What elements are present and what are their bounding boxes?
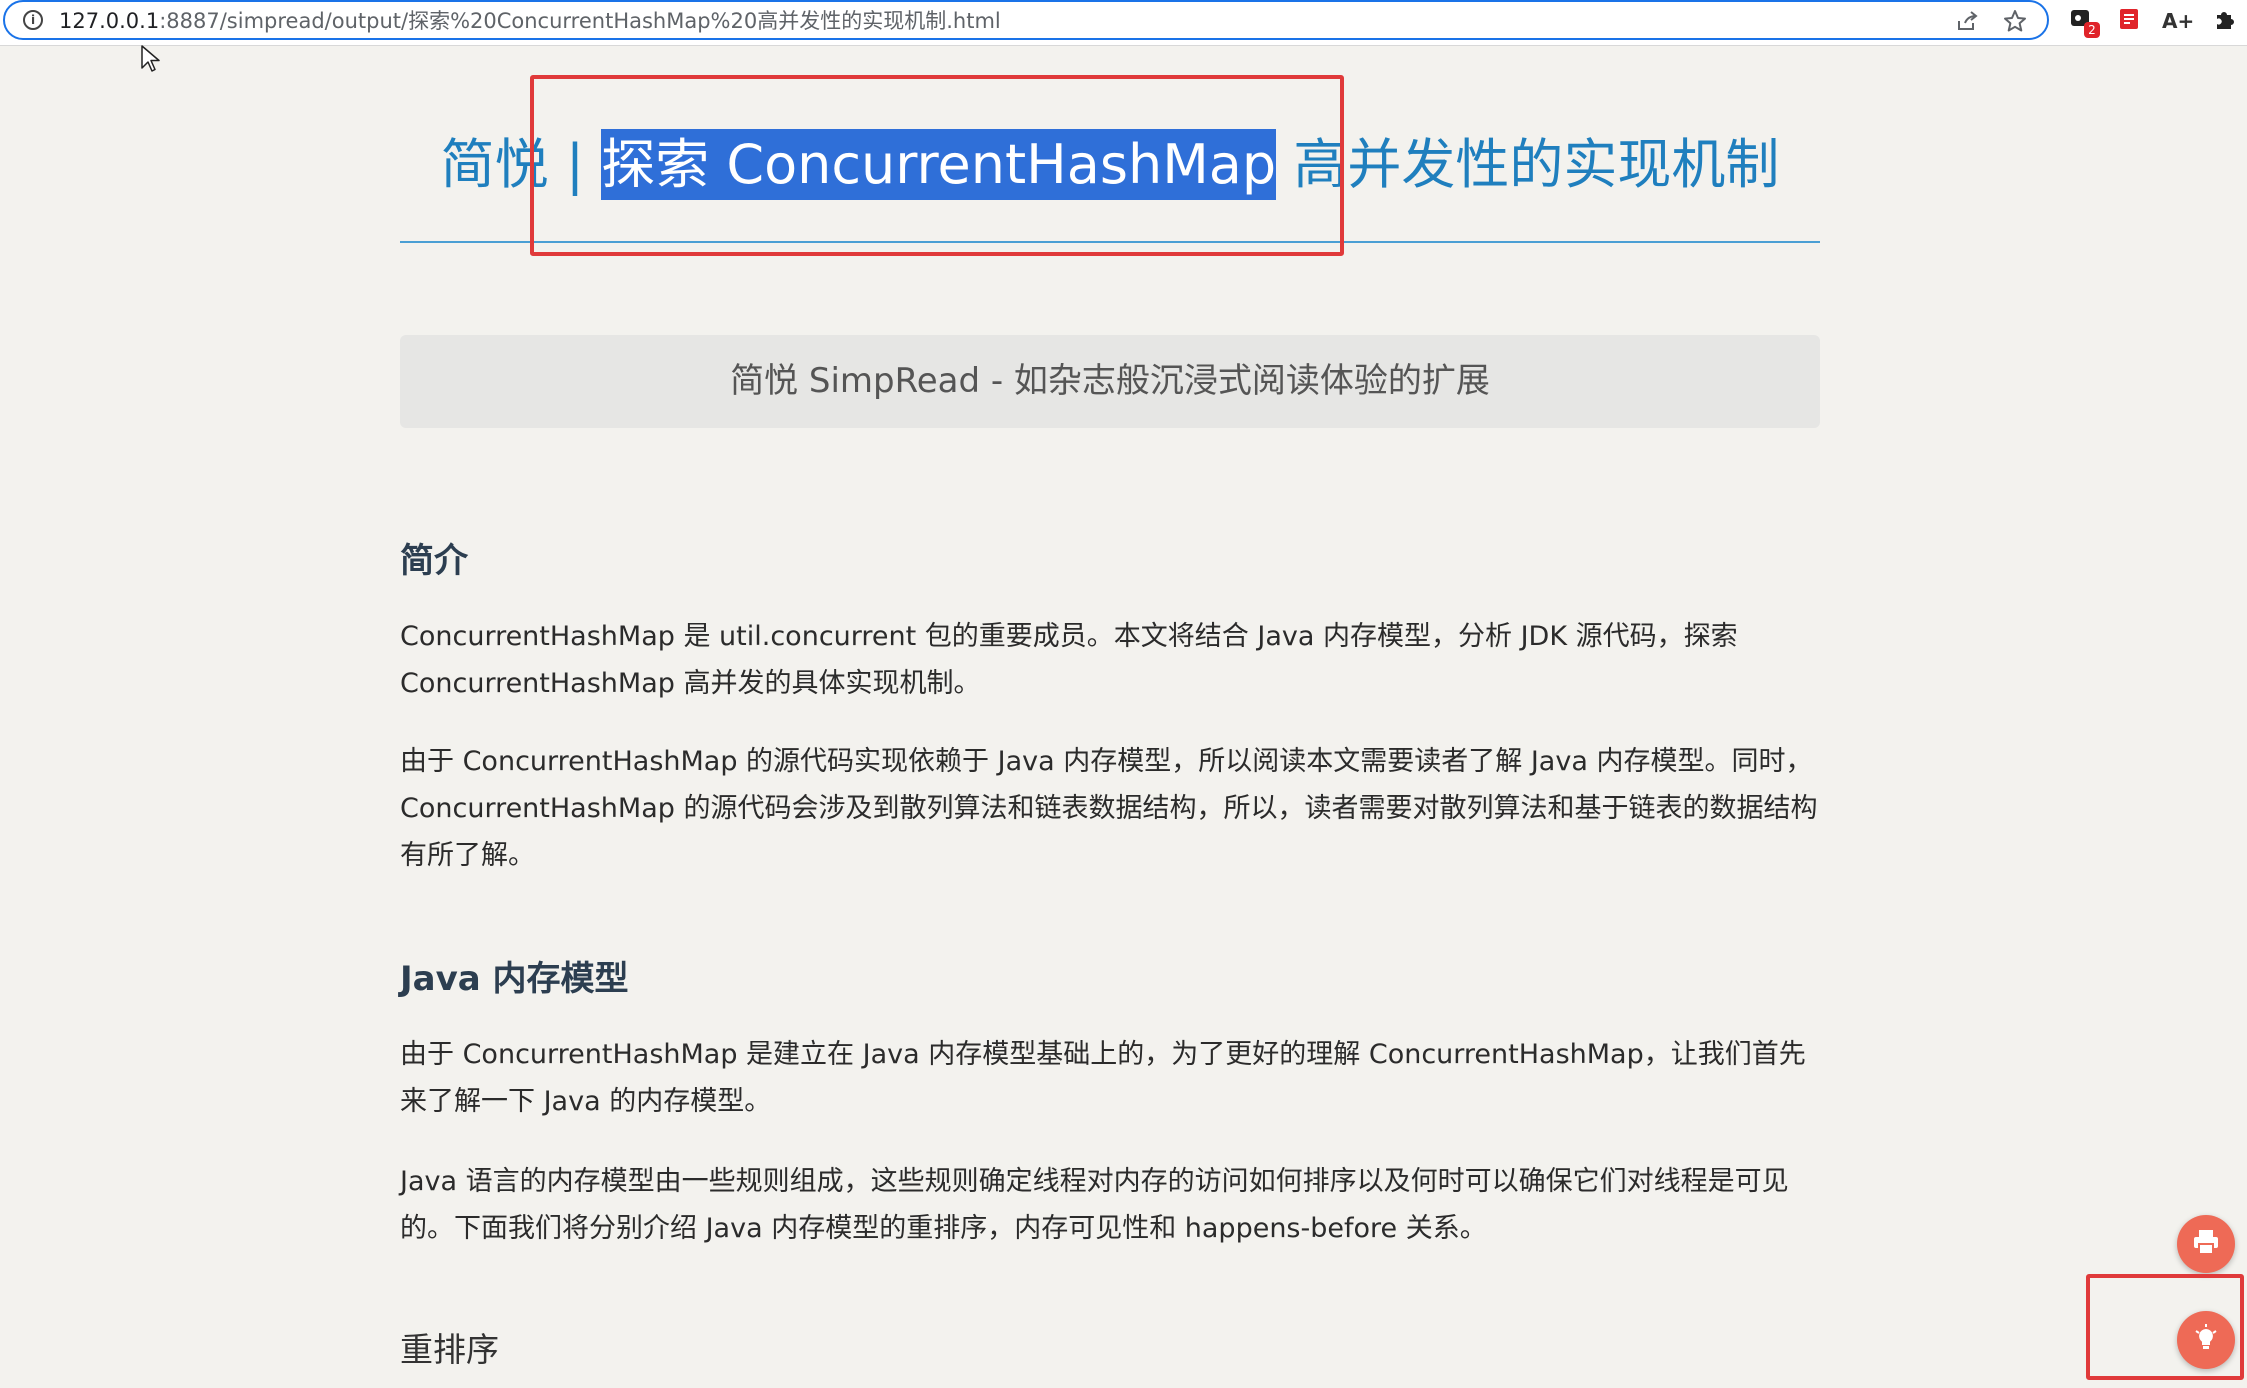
share-icon[interactable]	[1955, 9, 1979, 33]
url-text[interactable]: 127.0.0.1:8887/simpread/output/探索%20Conc…	[59, 5, 1001, 35]
extension-badge-icon[interactable]: 2	[2066, 6, 2100, 38]
address-bar[interactable]: i 127.0.0.1:8887/simpread/output/探索%20Co…	[3, 0, 2049, 40]
browser-toolbar: i 127.0.0.1:8887/simpread/output/探索%20Co…	[0, 0, 2247, 46]
title-annotation-box	[530, 75, 1344, 256]
tagline-banner: 简悦 SimpRead - 如杂志般沉浸式阅读体验的扩展	[400, 335, 1820, 428]
url-path: :8887/simpread/output/探索%20ConcurrentHas…	[159, 9, 1001, 33]
paragraph-memory-model-1: 由于 ConcurrentHashMap 是建立在 Java 内存模型基础上的，…	[400, 1039, 1806, 1117]
url-host: 127.0.0.1	[59, 9, 160, 33]
font-size-icon[interactable]: A+	[2162, 6, 2194, 36]
focus-mode-button[interactable]	[2177, 1311, 2235, 1369]
bookmark-star-icon[interactable]	[2003, 9, 2027, 33]
lightbulb-icon	[2191, 1323, 2221, 1357]
mouse-cursor-icon	[140, 44, 164, 74]
section-heading-intro: 简介	[400, 541, 468, 581]
reader-extension-icon[interactable]	[2114, 6, 2144, 36]
print-button[interactable]	[2177, 1215, 2235, 1273]
print-icon	[2190, 1226, 2222, 1262]
section-heading-memory-model: Java 内存模型	[400, 959, 629, 999]
extension-badge-count: 2	[2084, 22, 2100, 38]
paragraph-intro-2: 由于 ConcurrentHashMap 的源代码实现依赖于 Java 内存模型…	[400, 746, 1818, 871]
extensions-puzzle-icon[interactable]	[2210, 6, 2240, 36]
site-info-icon[interactable]: i	[23, 10, 43, 30]
section-heading-reordering: 重排序	[400, 1330, 499, 1369]
paragraph-memory-model-2: Java 语言的内存模型由一些规则组成，这些规则确定线程对内存的访问如何排序以及…	[400, 1166, 1789, 1244]
paragraph-intro-1: ConcurrentHashMap 是 util.concurrent 包的重要…	[400, 621, 1738, 699]
title-suffix: 高并发性的实现机制	[1276, 133, 1780, 196]
